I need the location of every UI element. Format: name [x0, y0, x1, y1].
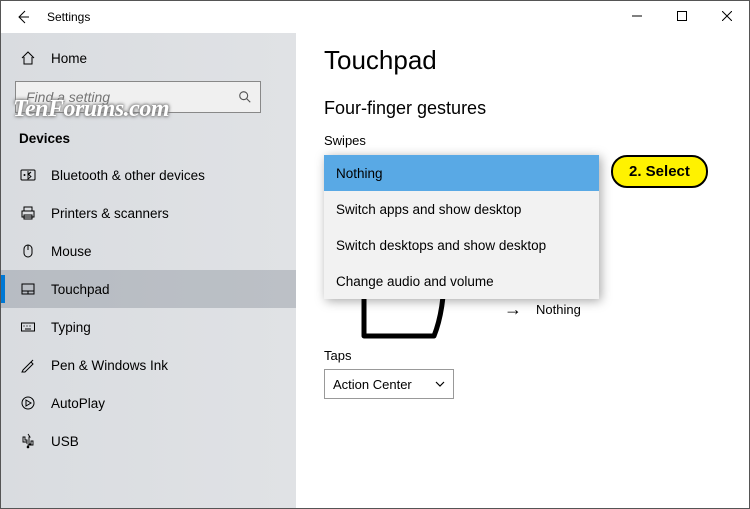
printer-icon [19, 204, 37, 222]
autoplay-icon [19, 394, 37, 412]
pen-icon [19, 356, 37, 374]
taps-value: Action Center [333, 377, 412, 392]
sidebar-item-label: Printers & scanners [51, 206, 169, 221]
window-title: Settings [45, 10, 90, 24]
usb-icon [19, 432, 37, 450]
sidebar-item-label: Mouse [51, 244, 92, 259]
sidebar-item-label: Bluetooth & other devices [51, 168, 205, 183]
sidebar-item-label: Touchpad [51, 282, 110, 297]
back-arrow-icon [15, 9, 31, 25]
touchpad-icon [19, 280, 37, 298]
sidebar-item-label: Pen & Windows Ink [51, 358, 168, 373]
maximize-button[interactable] [659, 1, 704, 31]
sidebar-item-label: Typing [51, 320, 91, 335]
sidebar-item-touchpad[interactable]: Touchpad [1, 270, 296, 308]
dropdown-option-nothing[interactable]: Nothing [324, 155, 599, 191]
annotation-callout: 2. Select [611, 155, 708, 188]
swipe-right-value: Nothing [536, 302, 581, 317]
callout-text: 2. Select [611, 155, 708, 188]
arrow-right-icon: → [504, 300, 522, 318]
sidebar-item-pen[interactable]: Pen & Windows Ink [1, 346, 296, 384]
sidebar-item-autoplay[interactable]: AutoPlay [1, 384, 296, 422]
sidebar: TenForums.com Home Devices Bluetooth & o… [1, 33, 296, 508]
search-icon [238, 90, 252, 104]
sidebar-item-bluetooth[interactable]: Bluetooth & other devices [1, 156, 296, 194]
dropdown-option-audio[interactable]: Change audio and volume [324, 263, 599, 299]
mouse-icon [19, 242, 37, 260]
swipes-dropdown[interactable]: Nothing Switch apps and show desktop Swi… [324, 155, 599, 299]
dropdown-option-switch-apps[interactable]: Switch apps and show desktop [324, 191, 599, 227]
swipes-label: Swipes [324, 133, 721, 148]
main-panel: Touchpad Four-finger gestures Swipes ↑ i… [296, 33, 749, 508]
search-input[interactable] [15, 81, 261, 113]
taps-combobox[interactable]: Action Center [324, 369, 454, 399]
home-icon [19, 49, 37, 67]
sidebar-item-usb[interactable]: USB [1, 422, 296, 460]
sidebar-item-mouse[interactable]: Mouse [1, 232, 296, 270]
sidebar-section-header: Devices [1, 115, 296, 156]
taps-label: Taps [324, 348, 721, 363]
group-title: Four-finger gestures [324, 98, 721, 119]
sidebar-item-label: USB [51, 434, 79, 449]
swipe-right-row: → Nothing [504, 300, 581, 318]
sidebar-home-label: Home [51, 51, 87, 66]
chevron-down-icon [435, 379, 445, 389]
minimize-button[interactable] [614, 1, 659, 31]
sidebar-home[interactable]: Home [1, 39, 296, 77]
sidebar-item-typing[interactable]: Typing [1, 308, 296, 346]
back-button[interactable] [1, 1, 45, 33]
close-button[interactable] [704, 1, 749, 31]
bluetooth-icon [19, 166, 37, 184]
sidebar-item-printers[interactable]: Printers & scanners [1, 194, 296, 232]
search-field[interactable] [24, 88, 238, 106]
keyboard-icon [19, 318, 37, 336]
dropdown-option-switch-desktops[interactable]: Switch desktops and show desktop [324, 227, 599, 263]
sidebar-item-label: AutoPlay [51, 396, 105, 411]
page-title: Touchpad [324, 45, 721, 76]
titlebar: Settings [1, 1, 749, 33]
